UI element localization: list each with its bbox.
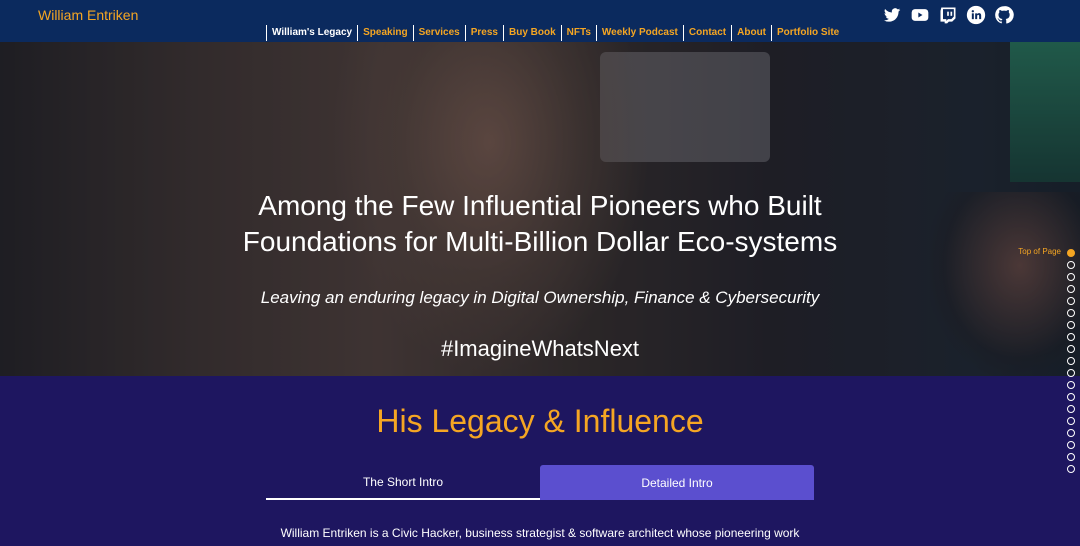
page-section-dot[interactable] (1067, 309, 1075, 317)
page-section-dot[interactable] (1067, 381, 1075, 389)
github-icon[interactable] (994, 5, 1014, 25)
nav-item-services[interactable]: Services (412, 25, 465, 41)
page-section-dot[interactable] (1067, 297, 1075, 305)
page-section-dot[interactable] (1067, 261, 1075, 269)
page-section-dot[interactable] (1067, 249, 1075, 257)
page-section-dot[interactable] (1067, 441, 1075, 449)
intro-text: William Entriken is a Civic Hacker, busi… (280, 526, 800, 540)
page-section-dot[interactable] (1067, 405, 1075, 413)
nav-item-contact[interactable]: Contact (682, 25, 731, 41)
hero-banner: Among the Few Influential Pioneers who B… (0, 42, 1080, 376)
section-title: His Legacy & Influence (376, 403, 704, 439)
page-section-dot[interactable] (1067, 285, 1075, 293)
nav-item-press[interactable]: Press (464, 25, 503, 41)
page-section-dot[interactable] (1067, 465, 1075, 473)
page-section-dot[interactable] (1067, 393, 1075, 401)
nav-item-about[interactable]: About (731, 25, 771, 41)
hero-hashtag: #ImagineWhatsNext (440, 336, 640, 361)
nav-item-williams-legacy[interactable]: William's Legacy (266, 25, 357, 41)
nav-item-weekly-podcast[interactable]: Weekly Podcast (595, 25, 683, 41)
nav-item-portfolio-site[interactable]: Portfolio Site (771, 25, 844, 41)
site-header: William Entriken William's Legacy Speaki… (0, 0, 1080, 42)
linkedin-icon[interactable] (966, 5, 986, 25)
page-section-dot[interactable] (1067, 369, 1075, 377)
nav-item-buy-book[interactable]: Buy Book (502, 25, 561, 41)
page-section-dot[interactable] (1067, 357, 1075, 365)
top-of-page-label[interactable]: Top of Page (1018, 247, 1061, 256)
hero-subtitle: Leaving an enduring legacy in Digital Ow… (260, 288, 820, 307)
twitch-icon[interactable] (938, 5, 958, 25)
site-title[interactable]: William Entriken (38, 7, 138, 23)
hero-title-line-1: Among the Few Influential Pioneers who B… (258, 190, 822, 221)
nav-item-speaking[interactable]: Speaking (357, 25, 412, 41)
hero-title: Among the Few Influential Pioneers who B… (0, 188, 1080, 260)
page-section-dot[interactable] (1067, 333, 1075, 341)
page-section-dot[interactable] (1067, 453, 1075, 461)
hero-title-line-2: Foundations for Multi-Billion Dollar Eco… (242, 226, 838, 257)
page-section-dot[interactable] (1067, 417, 1075, 425)
page-section-dot[interactable] (1067, 345, 1075, 353)
tab-detailed-intro[interactable]: Detailed Intro (540, 465, 814, 500)
main-nav: William's Legacy Speaking Services Press… (266, 25, 844, 41)
nav-item-nfts[interactable]: NFTs (560, 25, 596, 41)
page-section-dot[interactable] (1067, 429, 1075, 437)
tab-short-intro[interactable]: The Short Intro (266, 465, 540, 500)
page-section-dot[interactable] (1067, 273, 1075, 281)
twitter-icon[interactable] (882, 5, 902, 25)
page-section-dots (1067, 249, 1075, 473)
social-links (882, 5, 1014, 25)
page-section-dot[interactable] (1067, 321, 1075, 329)
intro-tabs: The Short Intro Detailed Intro (266, 465, 814, 500)
youtube-icon[interactable] (910, 5, 930, 25)
